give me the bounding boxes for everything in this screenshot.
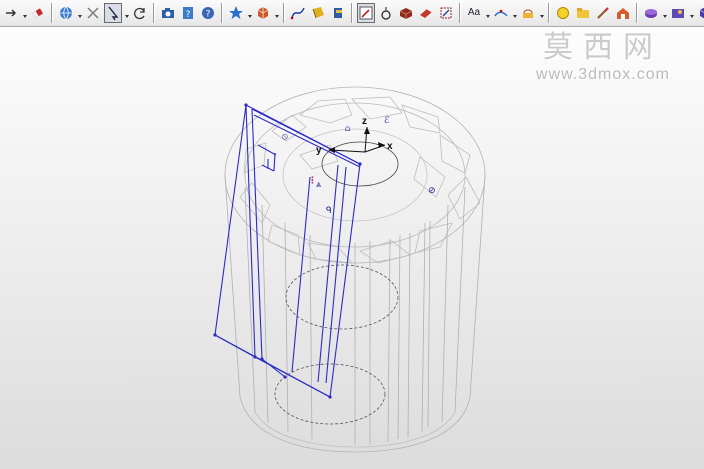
fillet-icon — [420, 8, 433, 18]
chevron-down-icon[interactable] — [22, 3, 27, 23]
text-icon: Aa — [467, 7, 481, 18]
wrap-icon — [312, 7, 324, 19]
chevron-down-icon[interactable] — [539, 3, 544, 23]
svg-text:?: ? — [206, 10, 211, 20]
toolbar-separator — [221, 3, 223, 23]
transform-button[interactable] — [437, 3, 455, 23]
cube-icon — [257, 7, 269, 19]
annotation-mark-6[interactable]: ᑫ — [326, 206, 332, 216]
material-button[interactable] — [669, 3, 687, 23]
cylinder-wireframe — [224, 86, 486, 453]
eraser-button[interactable] — [29, 3, 47, 23]
help-book-button[interactable]: ? — [179, 3, 197, 23]
axis-label-y: y — [316, 145, 322, 156]
view-cube-icon — [699, 7, 704, 19]
folder-button[interactable] — [574, 3, 592, 23]
camera-button[interactable] — [159, 3, 177, 23]
arrow-button[interactable] — [2, 3, 20, 23]
paint-brush-icon — [597, 7, 609, 19]
chevron-down-icon[interactable] — [485, 3, 490, 23]
select-pointer-icon — [108, 6, 119, 21]
trim-icon — [381, 7, 391, 20]
sketch-button[interactable] — [357, 3, 375, 23]
help-button[interactable]: ? — [199, 3, 217, 23]
solid-box-button[interactable] — [397, 3, 415, 23]
svg-text:?: ? — [186, 10, 191, 20]
chevron-down-icon[interactable] — [512, 3, 517, 23]
text-button[interactable]: Aa — [465, 3, 483, 23]
fillet-button[interactable] — [417, 3, 435, 23]
inner-circle-mid — [285, 264, 399, 330]
arrow-icon — [6, 9, 17, 17]
dimension-icon — [494, 9, 508, 17]
cross-button[interactable] — [84, 3, 102, 23]
solid-box-icon — [399, 8, 413, 19]
house-button[interactable] — [614, 3, 632, 23]
toolbar-separator — [51, 3, 53, 23]
house-icon — [617, 8, 629, 19]
pattern-button[interactable] — [519, 3, 537, 23]
model-canvas[interactable]: ℰ ⦸ ⊘ ⋮ ⩓ ᑫ ⩍ y x z — [0, 27, 704, 469]
extrude-button[interactable] — [329, 3, 347, 23]
annotation-mark-2[interactable]: ⦸ — [282, 132, 288, 142]
paint-brush-button[interactable] — [594, 3, 612, 23]
chevron-down-icon[interactable] — [662, 3, 667, 23]
cylinder-top-inner-ring — [282, 128, 428, 222]
wrap-button[interactable] — [309, 3, 327, 23]
toolbar-separator — [459, 3, 461, 23]
chevron-down-icon[interactable] — [247, 3, 252, 23]
globe-icon — [60, 6, 72, 20]
toolbar-separator — [351, 3, 353, 23]
dimension-button[interactable] — [492, 3, 510, 23]
toolbar-separator — [283, 3, 285, 23]
render-icon — [645, 9, 657, 18]
main-toolbar: ?? Aa — [0, 0, 704, 27]
globe-button[interactable] — [57, 3, 75, 23]
help-icon: ? — [202, 7, 214, 20]
chevron-down-icon[interactable] — [124, 3, 129, 23]
trim-button[interactable] — [377, 3, 395, 23]
help-book-icon: ? — [183, 7, 193, 20]
extrude-icon — [334, 8, 342, 18]
material-icon — [672, 9, 684, 18]
cross-icon — [87, 7, 99, 19]
top-face-cells — [239, 96, 481, 264]
transform-icon — [440, 7, 452, 19]
sketch-icon — [359, 6, 373, 20]
chevron-down-icon[interactable] — [689, 3, 694, 23]
select-pointer-button[interactable] — [104, 3, 122, 23]
folder-icon — [577, 8, 589, 18]
toolbar-separator — [548, 3, 550, 23]
pattern-icon — [523, 9, 533, 18]
annotation-mark-7[interactable]: ⩍ — [345, 124, 351, 133]
eraser-icon — [32, 8, 43, 19]
light-bulb-icon — [557, 7, 569, 19]
annotation-mark-5[interactable]: ⩓ — [316, 180, 321, 190]
cube-button[interactable] — [254, 3, 272, 23]
axis-label-z: z — [362, 116, 367, 127]
view-cube-button[interactable] — [696, 3, 704, 23]
axis-label-x: x — [387, 141, 393, 152]
annotation-mark-1[interactable]: ℰ — [384, 116, 390, 126]
annotation-mark-3[interactable]: ⊘ — [428, 186, 436, 196]
light-bulb-button[interactable] — [554, 3, 572, 23]
cylinder-top-mid-ring — [244, 102, 466, 248]
star-button[interactable] — [227, 3, 245, 23]
chevron-down-icon[interactable] — [77, 3, 82, 23]
star-icon — [229, 6, 243, 19]
curve-button[interactable] — [289, 3, 307, 23]
3d-viewport[interactable]: ℰ ⦸ ⊘ ⋮ ⩓ ᑫ ⩍ y x z 莫西网 www.3dmox.com — [0, 27, 704, 469]
camera-icon — [162, 8, 174, 18]
curve-icon — [290, 7, 305, 20]
cylinder-top-outer-ring — [224, 86, 486, 264]
sketch-vertices — [213, 103, 362, 399]
toolbar-separator — [153, 3, 155, 23]
rotate-button[interactable] — [131, 3, 149, 23]
chevron-down-icon[interactable] — [274, 3, 279, 23]
rotate-icon — [134, 7, 145, 20]
render-button[interactable] — [642, 3, 660, 23]
toolbar-separator — [636, 3, 638, 23]
